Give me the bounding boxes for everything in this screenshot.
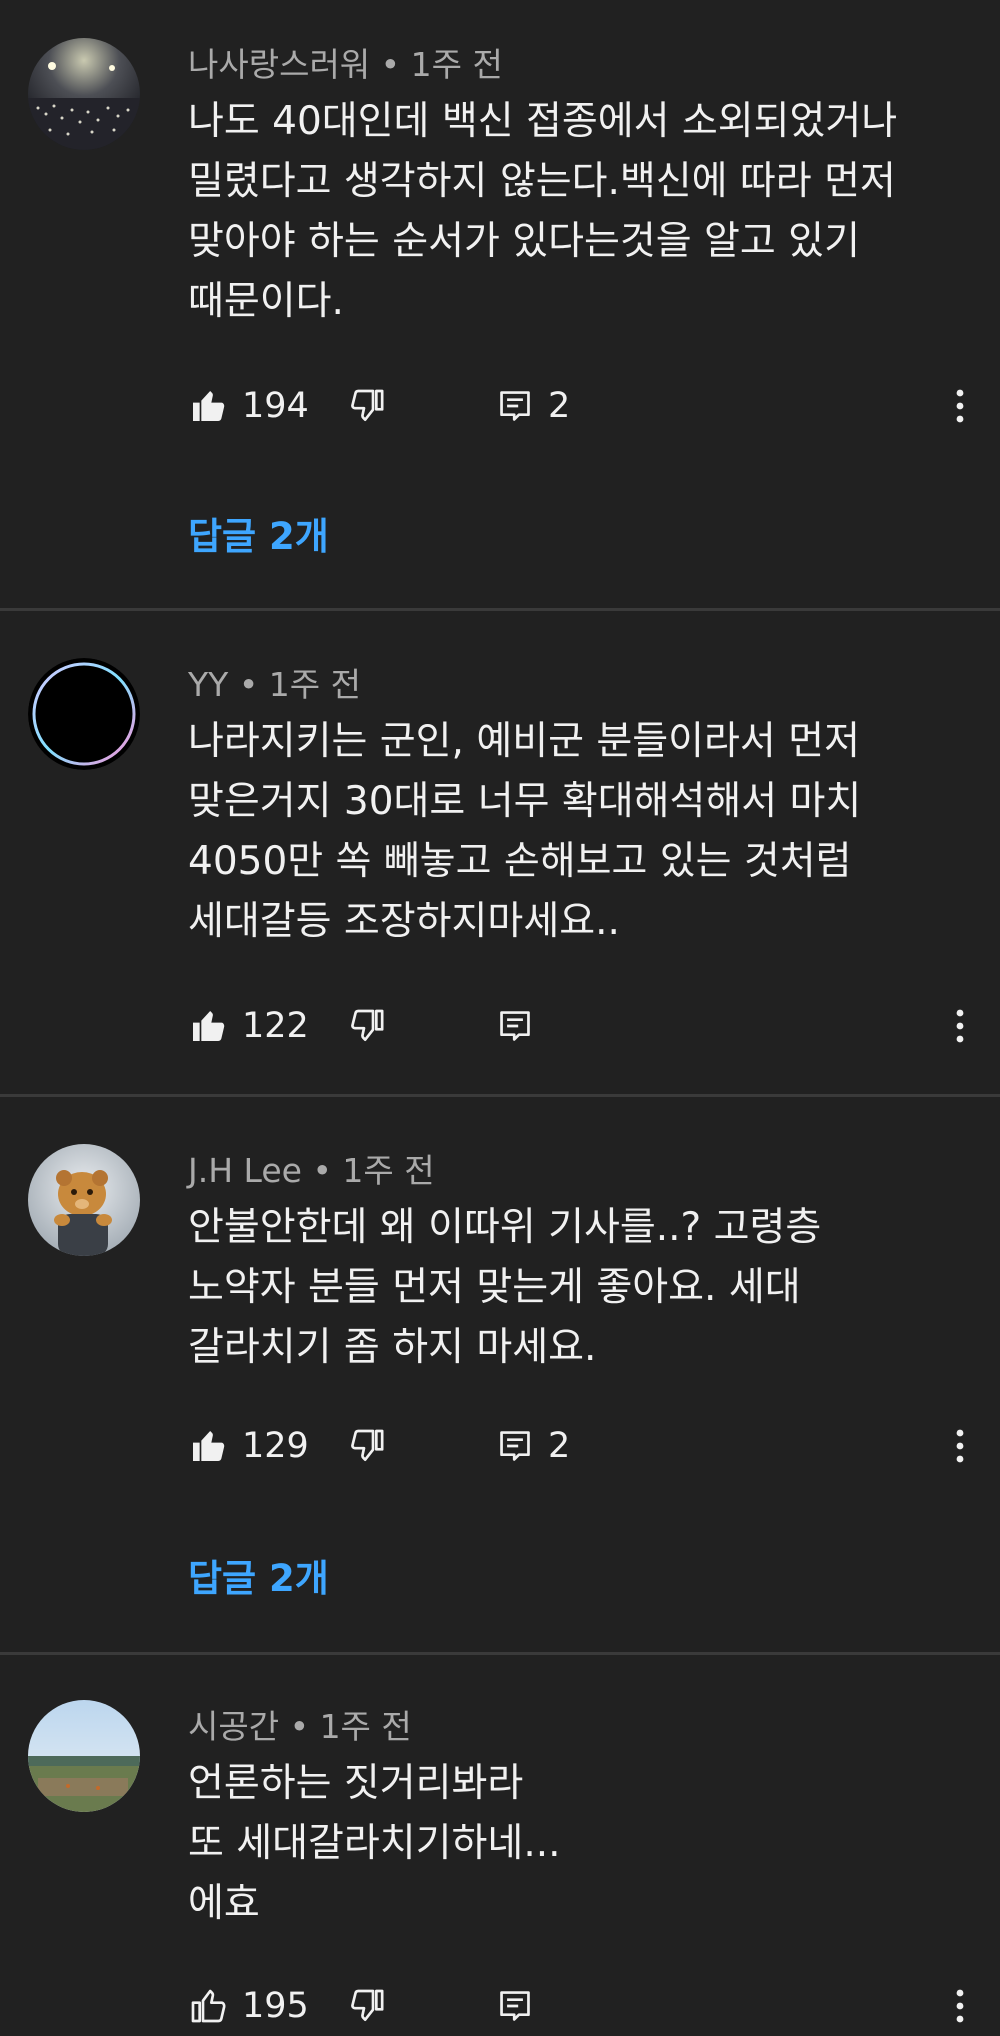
reply-comment-icon bbox=[500, 1431, 530, 1461]
divider bbox=[0, 1094, 1000, 1097]
separator-dot: • bbox=[289, 1707, 320, 1746]
separator-dot: • bbox=[238, 665, 269, 704]
more-vert-icon bbox=[956, 389, 964, 423]
comment-line: 나라지키는 군인, 예비군 분들이라서 먼저 bbox=[188, 719, 860, 764]
like-button[interactable]: 194 bbox=[188, 376, 309, 436]
comment-text: 나라지키는 군인, 예비군 분들이라서 먼저 맞은거지 30대로 너무 확대해석… bbox=[188, 712, 960, 952]
thumbs-up-icon bbox=[193, 1431, 225, 1461]
comment-text: 안불안한데 왜 이따위 기사를..? 고령층 노약자 분들 먼저 맞는게 좋아요… bbox=[188, 1198, 960, 1378]
dislike-button[interactable] bbox=[348, 1976, 388, 2036]
more-vert-icon bbox=[956, 1429, 964, 1463]
field-landscape-photo-icon bbox=[28, 1700, 140, 1812]
like-button[interactable]: 195 bbox=[188, 1976, 309, 2036]
comment-line: 맞은거지 30대로 너무 확대해석해서 마치 bbox=[188, 779, 862, 824]
comment-meta: YY • 1주 전 bbox=[188, 658, 361, 706]
thumbs-up-icon bbox=[193, 1011, 225, 1041]
more-options-button[interactable] bbox=[940, 1416, 980, 1476]
avatar[interactable] bbox=[28, 38, 140, 150]
comment-line: 에효 bbox=[188, 1881, 260, 1926]
comment-author[interactable]: 시공간 bbox=[188, 1707, 279, 1746]
black-circle-ring-icon bbox=[28, 658, 140, 770]
comment-author[interactable]: 나사랑스러워 bbox=[188, 45, 370, 84]
dislike-button[interactable] bbox=[348, 1416, 388, 1476]
more-options-button[interactable] bbox=[940, 376, 980, 436]
reply-comment-icon bbox=[500, 1011, 530, 1041]
comment-actions: 195 bbox=[188, 1976, 980, 2036]
comment-author[interactable]: J.H Lee bbox=[188, 1151, 302, 1190]
separator-dot: • bbox=[380, 45, 411, 84]
more-vert-icon bbox=[956, 1009, 964, 1043]
comment-time: 1주 전 bbox=[342, 1151, 435, 1190]
thumbs-up-icon bbox=[193, 391, 225, 421]
crowd-night-photo-icon bbox=[28, 38, 140, 150]
comment-line: 맞아야 하는 순서가 있다는것을 알고 있기 bbox=[188, 219, 860, 264]
comment-line: 언론하는 짓거리봐라 bbox=[188, 1761, 524, 1806]
thumbs-down-icon bbox=[351, 1989, 384, 2021]
comment-time: 1주 전 bbox=[268, 665, 362, 704]
reply-button[interactable]: 2 bbox=[496, 376, 570, 436]
comment-line: 밀렸다고 생각하지 않는다.백신에 따라 먼저 bbox=[188, 159, 896, 204]
thumbs-down-icon bbox=[351, 389, 384, 421]
comment-line: 때문이다. bbox=[188, 279, 344, 324]
reply-button[interactable]: 2 bbox=[496, 1416, 570, 1476]
comment-actions: 122 bbox=[188, 996, 980, 1056]
comment-actions: 194 2 bbox=[188, 376, 980, 436]
comment-meta: 나사랑스러워 • 1주 전 bbox=[188, 38, 503, 86]
comment-meta: J.H Lee • 1주 전 bbox=[188, 1144, 435, 1192]
divider bbox=[0, 608, 1000, 611]
thumbs-down-icon bbox=[351, 1429, 384, 1461]
reply-count: 2 bbox=[548, 386, 571, 426]
thumbs-down-icon bbox=[351, 1009, 384, 1041]
like-count: 129 bbox=[242, 1426, 309, 1466]
dislike-button[interactable] bbox=[348, 376, 388, 436]
like-button[interactable]: 129 bbox=[188, 1416, 309, 1476]
separator-dot: • bbox=[312, 1151, 343, 1190]
avatar[interactable] bbox=[28, 658, 140, 770]
more-vert-icon bbox=[956, 1989, 964, 2023]
like-count: 195 bbox=[242, 1986, 309, 2026]
reply-button[interactable] bbox=[496, 996, 534, 1056]
reply-count: 2 bbox=[548, 1426, 571, 1466]
comment-time: 1주 전 bbox=[410, 45, 503, 84]
comment-line: 나도 40대인데 백신 접종에서 소외되었거나 bbox=[188, 99, 898, 144]
more-options-button[interactable] bbox=[940, 1976, 980, 2036]
lion-cub-photo-icon bbox=[28, 1144, 140, 1256]
reply-comment-icon bbox=[500, 1991, 530, 2021]
comment-text: 나도 40대인데 백신 접종에서 소외되었거나 밀렸다고 생각하지 않는다.백신… bbox=[188, 92, 960, 332]
comment-actions: 129 2 bbox=[188, 1416, 980, 1476]
comment-text: 언론하는 짓거리봐라 또 세대갈라치기하네... 에효 bbox=[188, 1754, 960, 1934]
avatar[interactable] bbox=[28, 1700, 140, 1812]
comment-meta: 시공간 • 1주 전 bbox=[188, 1700, 412, 1748]
comment-line: 안불안한데 왜 이따위 기사를..? 고령층 bbox=[188, 1205, 822, 1250]
divider bbox=[0, 1652, 1000, 1655]
like-button[interactable]: 122 bbox=[188, 996, 309, 1056]
view-replies-link[interactable]: 답글 2개 bbox=[188, 506, 329, 560]
reply-button[interactable] bbox=[496, 1976, 534, 2036]
comment-line: 갈라치기 좀 하지 마세요. bbox=[188, 1325, 597, 1370]
dislike-button[interactable] bbox=[348, 996, 388, 1056]
like-count: 194 bbox=[242, 386, 309, 426]
more-options-button[interactable] bbox=[940, 996, 980, 1056]
reply-comment-icon bbox=[500, 391, 530, 421]
comment-line: 또 세대갈라치기하네... bbox=[188, 1821, 561, 1866]
comment-line: 노약자 분들 먼저 맞는게 좋아요. 세대 bbox=[188, 1265, 801, 1310]
comment-author[interactable]: YY bbox=[188, 665, 228, 704]
avatar[interactable] bbox=[28, 1144, 140, 1256]
view-replies-link[interactable]: 답글 2개 bbox=[188, 1548, 329, 1602]
comment-line: 4050만 쏙 빼놓고 손해보고 있는 것처럼 bbox=[188, 839, 852, 884]
thumbs-up-icon bbox=[191, 1989, 226, 2023]
comment-time: 1주 전 bbox=[319, 1707, 412, 1746]
like-count: 122 bbox=[242, 1006, 309, 1046]
comment-line: 세대갈등 조장하지마세요.. bbox=[188, 899, 620, 944]
